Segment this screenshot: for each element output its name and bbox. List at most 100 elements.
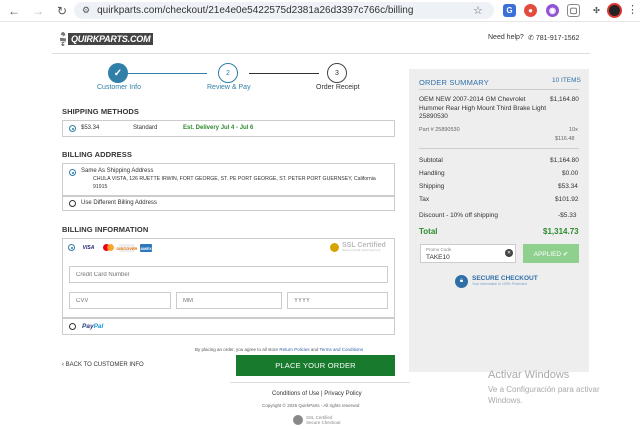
step-customer-info-check-icon[interactable]: ✓ [108,63,128,83]
terms-conditions-link[interactable]: Terms and Conditions [320,347,364,352]
ssl-certified-seal: SSL Certified Secure Credit Card Payment [330,240,392,254]
product-unit-price: $116.48 [555,136,575,142]
phone-text: 781-917-1562 [535,35,580,42]
product-quantity: 10x [569,127,578,133]
promo-code-field[interactable]: Promo Code TAKE10 ✕ [420,244,516,263]
expiry-month-input[interactable] [176,292,282,309]
extension-red-icon[interactable]: ● [524,4,537,17]
site-info-icon[interactable]: ⚙ [82,5,90,16]
different-address-radio[interactable] [69,200,76,207]
handling-value: $0.00 [562,170,579,177]
step-order-receipt-label: Order Receipt [316,84,360,91]
product-price: $1,164.80 [550,96,579,103]
step-customer-info-label[interactable]: Customer Info [97,84,141,91]
place-order-button[interactable]: PLACE YOUR ORDER [236,355,395,376]
puzzle-extensions-icon[interactable]: ✣ [590,4,603,17]
footer-divider [230,382,410,383]
secure-checkout-subtitle: Your information is 100% Protected [472,282,527,286]
copyright-text: Copyright © 2025 QuirkParts - All rights… [262,403,360,408]
order-summary-title: ORDER SUMMARY [419,78,489,87]
shipping-method: Standard [133,125,158,131]
return-policies-link[interactable]: Return Policies [279,347,309,352]
paypal-radio[interactable] [69,323,76,330]
extension-purple-icon[interactable]: ◉ [546,4,559,17]
promo-code-value: TAKE10 [426,254,450,261]
step-review-pay-number: 2 [218,63,238,83]
conditions-of-use-link[interactable]: Conditions of Use [272,391,319,397]
windows-activation-subtitle: Ve a Configuración para activar Windows. [488,385,600,405]
shipping-radio[interactable] [69,125,76,132]
privacy-policy-link[interactable]: Privacy Policy [324,391,361,397]
discount-label: Discount - 10% off shipping [419,212,499,219]
back-arrow-icon[interactable]: ← [4,1,24,21]
billing-address-title: BILLING ADDRESS [62,150,132,159]
subtotal-label: Subtotal [419,157,443,164]
items-count: 10 ITEMS [552,77,581,84]
shipping-label: Shipping [419,183,445,190]
promo-code-label: Promo Code [426,247,452,252]
secure-checkout-badge: 🔒︎ SECURE CHECKOUT Your information is 10… [455,273,555,289]
header-divider [52,53,590,54]
step-connector-2 [249,73,319,74]
same-address-option[interactable]: Same As Shipping Address CHULA VISTA, 12… [62,163,395,196]
total-label: Total [419,227,438,236]
shipping-delivery: Est. Delivery Jul 4 - Jul 6 [183,125,254,131]
shipping-option[interactable]: $53.34 Standard Est. Delivery Jul 4 - Ju… [62,120,395,137]
paypal-logo: PayPal [82,323,103,330]
terms-notice: By placing an order, you agree to all st… [195,347,363,352]
same-address-radio[interactable] [69,169,76,176]
summary-divider-top [419,89,579,90]
apply-promo-button[interactable]: APPLIED ✔ [523,244,579,263]
shipping-price: $53.34 [81,125,100,131]
cvv-input[interactable] [69,292,171,309]
total-value: $1,314.73 [543,227,579,236]
footer-links: Conditions of Use | Privacy Policy [272,391,362,397]
expiry-year-input[interactable] [287,292,388,309]
tax-value: $101.92 [555,196,579,203]
ssl-lock-icon [330,242,339,252]
step-review-pay-label: Review & Pay [207,84,251,91]
shield-lock-icon: 🔒︎ [455,274,468,288]
address-bar[interactable]: ⚙ quirkparts.com/checkout/21e4e0e5422575… [74,2,494,19]
browser-menu-icon[interactable]: ⋮ [627,3,638,16]
clear-promo-icon[interactable]: ✕ [505,249,513,257]
amex-card-icon: AMEX [140,244,152,252]
phone-number[interactable]: ✆ 781-917-1562 [528,34,579,42]
address-line-1: CHULA VISTA, 126 RUETTE IRWIN, FORT GEOR… [93,176,376,182]
profile-avatar[interactable] [607,3,622,18]
site-logo[interactable]: QUIRKPARTS.COM [60,31,154,47]
extension-box-icon[interactable]: ▢ [567,4,580,17]
product-part-number: Part # 25890530 [419,127,460,133]
mastercard-card-icon [101,244,115,252]
subtotal-value: $1,164.80 [550,157,579,164]
gear-logo-icon [60,32,66,46]
different-address-option[interactable]: Use Different Billing Address [62,196,395,211]
tax-label: Tax [419,196,430,203]
summary-divider-mid [419,148,579,149]
credit-card-radio[interactable] [68,244,75,251]
terms-prefix: By placing an order, you agree to all st… [195,347,279,352]
footer-lock-icon [293,415,303,425]
discover-card-icon: DISCOVER [116,244,138,252]
reload-icon[interactable]: ↻ [52,1,72,21]
shipping-value: $53.34 [558,183,578,190]
billing-information-title: BILLING INFORMATION [62,225,149,234]
need-help-link[interactable]: Need help? [488,34,524,41]
different-address-label: Use Different Billing Address [81,200,157,206]
handling-label: Handling [419,170,445,177]
discount-value: -$5.33 [558,212,577,219]
forward-arrow-icon[interactable]: → [28,1,48,21]
paypal-logo-pal: Pal [93,323,104,330]
footer-seal-subtitle: Secure Checkout [306,420,341,425]
paypal-option[interactable] [62,318,395,335]
same-address-label: Same As Shipping Address [81,168,154,174]
windows-activation-title: Activar Windows [488,369,570,381]
back-to-customer-info-link[interactable]: ‹ BACK TO CUSTOMER INFO [62,362,144,368]
footer-ssl-seal: SSL Certified Secure Checkout [293,413,347,427]
step-order-receipt-number: 3 [327,63,347,83]
card-number-input[interactable] [69,266,388,283]
translate-extension-icon[interactable]: G [503,4,516,17]
bookmark-star-icon[interactable]: ☆ [473,4,483,17]
url-text: quirkparts.com/checkout/21e4e0e5422575d2… [97,5,414,16]
visa-card-icon: VISA [82,245,95,251]
